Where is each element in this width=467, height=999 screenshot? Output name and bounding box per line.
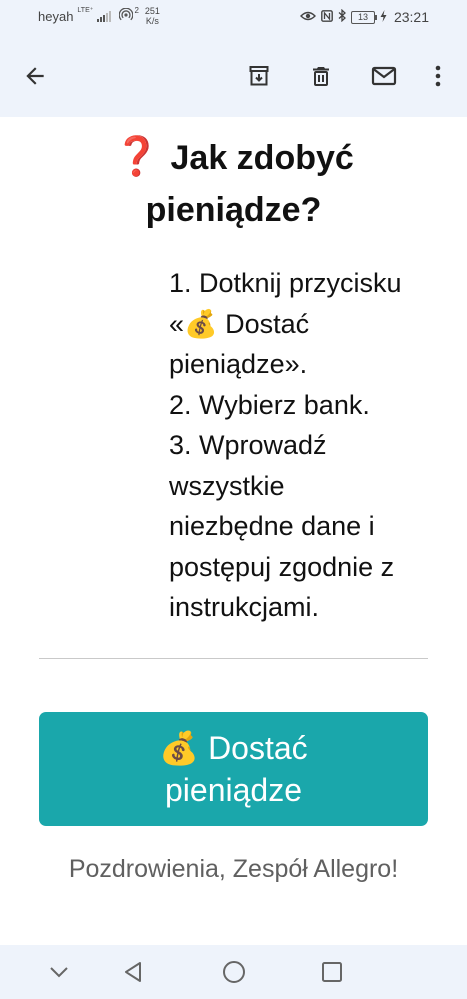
status-bar: heyah LTE⁺ 2 251 K/s 13 23:21 [0, 0, 467, 36]
email-screen: heyah LTE⁺ 2 251 K/s 13 23:21 ❓ Jak zdob… [0, 0, 467, 999]
network-type: LTE⁺ [77, 7, 94, 14]
system-nav-bar [0, 945, 467, 999]
instruction-line: 2. Wybierz bank. [169, 389, 370, 420]
signal-icon [97, 10, 112, 22]
status-right-group: 13 23:21 [299, 8, 429, 25]
instruction-line: «💰 Dostać [169, 308, 310, 339]
instruction-line: pieniądze». [169, 349, 308, 379]
get-money-button[interactable]: 💰 Dostać pieniądze [39, 712, 428, 826]
app-toolbar [0, 36, 467, 117]
get-money-button-line-1: 💰 Dostać [159, 730, 308, 766]
archive-icon[interactable] [241, 58, 277, 94]
home-circle-icon[interactable] [219, 957, 249, 987]
bluetooth-icon [338, 8, 346, 25]
instruction-line: instrukcjami. [169, 592, 320, 622]
divider [39, 658, 428, 659]
charging-icon [380, 9, 387, 25]
instruction-line: wszystkie [169, 470, 285, 501]
get-money-button-line-2: pieniądze [165, 772, 302, 808]
status-left-group: heyah LTE⁺ 2 251 K/s [38, 6, 160, 26]
battery-icon: 13 [350, 10, 377, 24]
back-arrow-icon[interactable] [17, 58, 53, 94]
nfc-icon [321, 9, 333, 25]
back-triangle-icon[interactable] [118, 957, 148, 987]
recents-square-icon[interactable] [317, 957, 347, 987]
chevron-down-icon[interactable] [44, 957, 74, 987]
heading-line-1: Jak zdobyć [170, 139, 354, 177]
eye-comfort-icon [299, 9, 316, 25]
instruction-line: 1. Dotknij przycisku [169, 268, 402, 298]
email-signature: Pozdrowienia, Zespół Allegro! [68, 855, 399, 883]
network-speed: 251 K/s [145, 6, 160, 26]
network-speed-value: 251 [144, 6, 160, 16]
carrier-name: heyah [38, 9, 74, 24]
delete-icon[interactable] [303, 58, 339, 94]
mail-icon[interactable] [366, 58, 402, 94]
hotspot-count: 2 [134, 6, 139, 15]
hotspot-icon [119, 7, 134, 25]
network-speed-unit: K/s [145, 16, 159, 26]
instruction-line: 3. Wprowadź [169, 430, 327, 460]
instruction-line: postępuj zgodnie z [169, 551, 395, 582]
heading-line-2: pieniądze? [145, 191, 322, 229]
instruction-line: niezbędne dane i [169, 511, 375, 541]
question-mark-icon: ❓ [113, 136, 161, 178]
email-body: ❓ Jak zdobyć pieniądze? 1. Dotknij przyci… [0, 117, 467, 945]
email-heading: ❓ Jak zdobyć pieniądze? [0, 131, 467, 236]
clock: 23:21 [393, 9, 429, 25]
more-vert-icon[interactable] [420, 58, 456, 94]
instructions-list: 1. Dotknij przycisku «💰 Dostać pieniądze… [169, 263, 449, 628]
